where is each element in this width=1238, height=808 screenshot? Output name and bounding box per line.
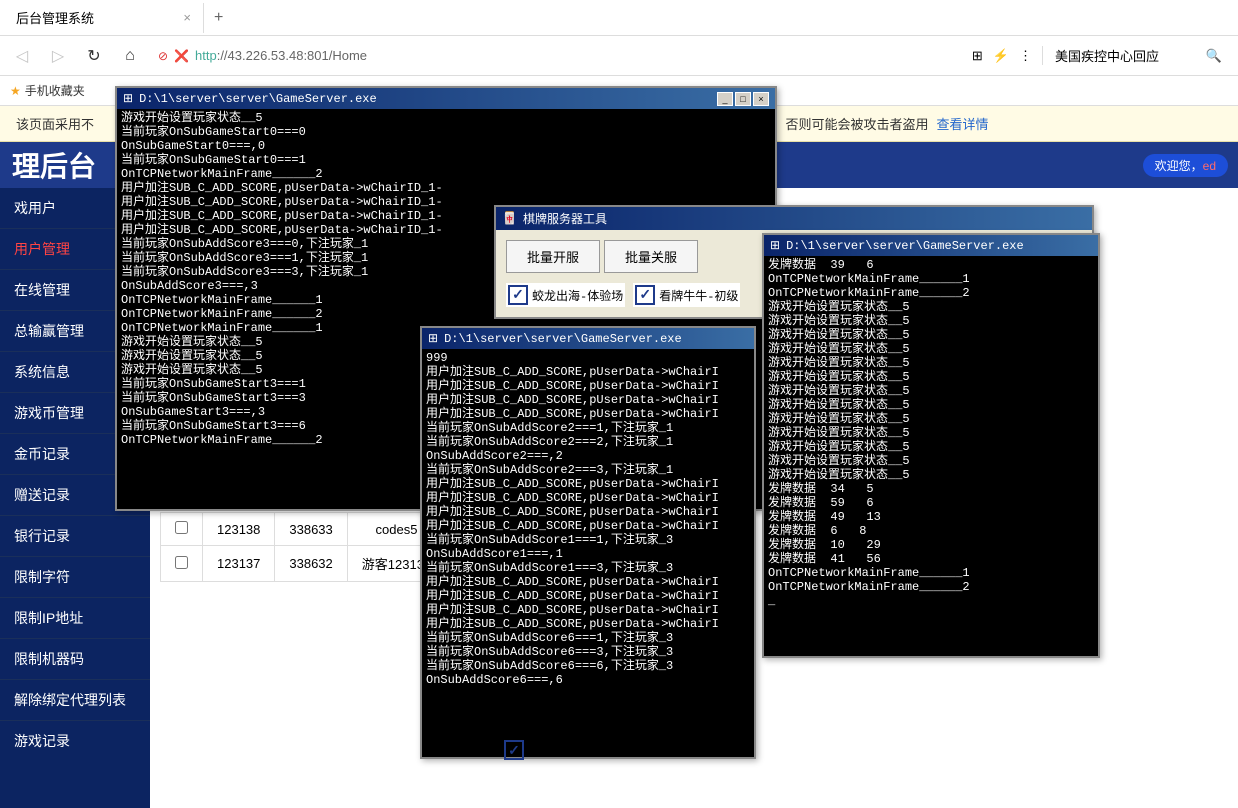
- window-icon: 🀄: [502, 211, 517, 226]
- close-icon[interactable]: ×: [183, 10, 191, 25]
- warning-text-left: 该页面采用不: [16, 114, 94, 133]
- close-button[interactable]: ×: [753, 92, 769, 106]
- browser-toolbar: ◁ ▷ ↻ ⌂ ⊘ ❌ http://43.226.53.48:801/Home…: [0, 36, 1238, 76]
- browser-tab-bar: 后台管理系统 × +: [0, 0, 1238, 36]
- window-titlebar[interactable]: ⊞ D:\1\server\server\GameServer.exe: [764, 235, 1098, 256]
- window-icon: ⊞: [123, 91, 133, 106]
- window-titlebar[interactable]: ⊞ D:\1\server\server\GameServer.exe _ □ …: [117, 88, 775, 109]
- security-icon: ⊘: [158, 49, 168, 63]
- row-checkbox[interactable]: [175, 556, 188, 569]
- cell-id: 123137: [203, 546, 275, 582]
- sidebar-item-char[interactable]: 限制字符: [0, 556, 150, 597]
- toolbar-right: ⊞ ⚡ ⋮ 美国疾控中心回应 🔍: [972, 46, 1230, 65]
- cell-code: 338633: [275, 513, 347, 546]
- checkmark-icon: ✓: [504, 740, 524, 760]
- forward-button[interactable]: ▷: [44, 42, 72, 70]
- back-button[interactable]: ◁: [8, 42, 36, 70]
- window-title: D:\1\server\server\GameServer.exe: [444, 332, 748, 346]
- console-window-3[interactable]: ⊞ D:\1\server\server\GameServer.exe 发牌数据…: [762, 233, 1100, 658]
- window-title: D:\1\server\server\GameServer.exe: [786, 239, 1092, 253]
- search-placeholder: 美国疾控中心回应: [1055, 46, 1159, 65]
- table-row: 123138 338633 codes5: [161, 513, 446, 546]
- url-text: http://43.226.53.48:801/Home: [195, 48, 367, 63]
- window-icon: ⊞: [770, 238, 780, 253]
- window-title: 棋牌服务器工具: [523, 210, 1086, 227]
- new-tab-button[interactable]: +: [204, 9, 233, 27]
- bookmark-label: 手机收藏夹: [25, 82, 85, 99]
- cell-id: 123138: [203, 513, 275, 546]
- address-bar[interactable]: ⊘ ❌ http://43.226.53.48:801/Home: [152, 48, 964, 63]
- bookmark-item[interactable]: ★ 手机收藏夹: [10, 82, 85, 99]
- window-icon: ⊞: [428, 331, 438, 346]
- search-icon[interactable]: 🔍: [1206, 48, 1222, 64]
- sidebar-item-machine[interactable]: 限制机器码: [0, 638, 150, 679]
- home-button[interactable]: ⌂: [116, 42, 144, 70]
- row-checkbox[interactable]: [175, 521, 188, 534]
- check-label: 看牌牛牛-初级: [659, 287, 738, 304]
- more-icon[interactable]: ⋮: [1019, 48, 1032, 64]
- batch-open-button[interactable]: 批量开服: [506, 240, 600, 273]
- tab-title: 后台管理系统: [16, 8, 94, 27]
- flash-icon[interactable]: ⚡: [993, 48, 1009, 64]
- star-icon: ★: [10, 84, 21, 98]
- sidebar-item-gamelog[interactable]: 游戏记录: [0, 720, 150, 761]
- checkmark-icon: ✓: [508, 285, 528, 305]
- console-output: 999 用户加注SUB_C_ADD_SCORE,pUserData->wChai…: [422, 349, 754, 757]
- console-window-2[interactable]: ⊞ D:\1\server\server\GameServer.exe 999 …: [420, 326, 756, 759]
- check-label: 蛟龙出海-体验场: [532, 287, 623, 304]
- minimize-button[interactable]: _: [717, 92, 733, 106]
- checkmark-icon: ✓: [635, 285, 655, 305]
- server-check-item[interactable]: ✓ 蛟龙出海-体验场: [506, 283, 625, 307]
- server-check-item[interactable]: ✓ 看牌牛牛-初级: [633, 283, 740, 307]
- window-titlebar[interactable]: ⊞ D:\1\server\server\GameServer.exe: [422, 328, 754, 349]
- batch-close-button[interactable]: 批量关服: [604, 240, 698, 273]
- reload-button[interactable]: ↻: [80, 42, 108, 70]
- shield-icon: ❌: [174, 49, 189, 63]
- sidebar-item-unbind[interactable]: 解除绑定代理列表: [0, 679, 150, 720]
- browser-tab[interactable]: 后台管理系统 ×: [4, 3, 204, 33]
- search-box[interactable]: 美国疾控中心回应 🔍: [1042, 46, 1222, 65]
- grid-icon[interactable]: ⊞: [972, 48, 983, 64]
- welcome-badge: 欢迎您，ed: [1143, 154, 1228, 177]
- server-check-item[interactable]: ✓: [504, 740, 524, 760]
- maximize-button[interactable]: □: [735, 92, 751, 106]
- cell-code: 338632: [275, 546, 347, 582]
- warning-details-link[interactable]: 查看详情: [937, 114, 989, 133]
- sidebar-item-bank[interactable]: 银行记录: [0, 515, 150, 556]
- console-output: 发牌数据 39 6 OnTCPNetworkMainFrame______1 O…: [764, 256, 1098, 656]
- sidebar-item-ip[interactable]: 限制IP地址: [0, 597, 150, 638]
- window-title: D:\1\server\server\GameServer.exe: [139, 92, 711, 106]
- banner-title: 理后台: [12, 145, 96, 185]
- table-row: 123137 338632 游客123137: [161, 546, 446, 582]
- data-table: 123138 338633 codes5 123137 338632 游客123…: [160, 512, 446, 582]
- window-titlebar[interactable]: 🀄 棋牌服务器工具: [496, 207, 1092, 230]
